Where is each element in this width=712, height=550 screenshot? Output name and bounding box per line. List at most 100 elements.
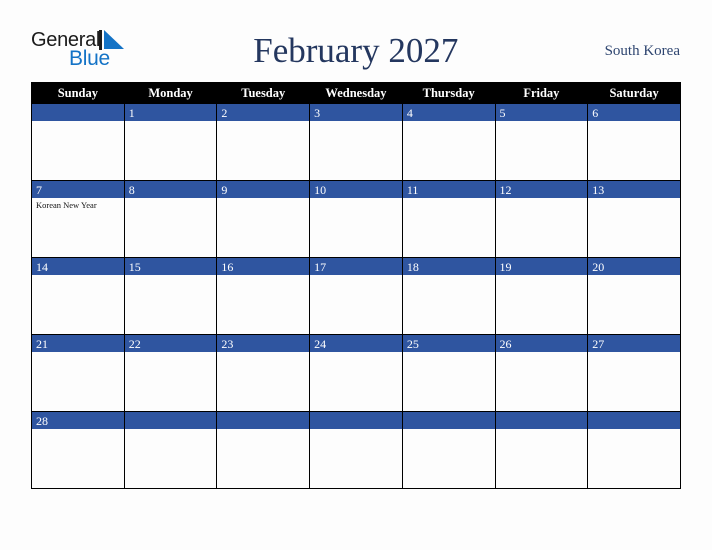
day-cell[interactable]: 11	[401, 180, 496, 258]
day-events	[32, 352, 124, 354]
page-header: General Blue February 2027 South Korea	[31, 22, 681, 80]
day-events	[588, 121, 680, 123]
week-row: 14 15 16 17 18 19 20	[31, 257, 681, 335]
day-events	[32, 275, 124, 277]
weekday-header-tuesday: Tuesday	[216, 82, 311, 104]
day-events	[403, 429, 495, 431]
day-cell[interactable]	[587, 411, 681, 489]
day-number: 22	[124, 335, 217, 352]
day-cell[interactable]	[401, 411, 496, 489]
day-cell[interactable]: 12	[494, 180, 589, 258]
day-cell[interactable]: 21	[31, 334, 125, 412]
logo-text-blue: Blue	[69, 47, 110, 70]
day-cell[interactable]: 22	[123, 334, 218, 412]
day-number: 25	[402, 335, 495, 352]
day-number: 26	[495, 335, 588, 352]
day-cell[interactable]: 4	[401, 103, 496, 181]
day-number: 28	[32, 412, 124, 429]
day-number: 11	[402, 181, 495, 198]
weekday-header-monday: Monday	[123, 82, 218, 104]
generalblue-logo[interactable]: General Blue	[31, 28, 127, 74]
day-number: 6	[588, 104, 680, 121]
holiday-label[interactable]: Korean New Year	[36, 200, 121, 211]
day-cell[interactable]: 16	[216, 257, 311, 335]
day-number: 20	[588, 258, 680, 275]
day-events	[403, 198, 495, 200]
day-cell[interactable]	[309, 411, 403, 489]
weekday-header-wednesday: Wednesday	[309, 82, 403, 104]
day-events: Korean New Year	[32, 198, 124, 211]
page-title: February 2027	[253, 31, 459, 70]
day-events	[588, 198, 680, 200]
day-cell[interactable]: 9	[216, 180, 311, 258]
weekday-header-saturday: Saturday	[587, 82, 681, 104]
month-grid: Sunday Monday Tuesday Wednesday Thursday…	[31, 82, 681, 489]
day-number: 12	[495, 181, 588, 198]
day-events	[125, 121, 217, 123]
day-cell[interactable]: 6	[587, 103, 681, 181]
calendar-page: General Blue February 2027 South Korea S…	[0, 0, 712, 550]
day-cell[interactable]: 14	[31, 257, 125, 335]
day-number: 7	[32, 181, 124, 198]
day-events	[217, 198, 309, 200]
week-row: 7 Korean New Year 8 9 10 11 12 13	[31, 180, 681, 258]
day-cell[interactable]: 15	[123, 257, 218, 335]
day-number: 21	[32, 335, 124, 352]
day-number: 3	[310, 104, 402, 121]
day-cell[interactable]: 25	[401, 334, 496, 412]
day-number: 19	[495, 258, 588, 275]
day-number	[495, 412, 588, 429]
day-cell[interactable]: 1	[123, 103, 218, 181]
day-events	[125, 198, 217, 200]
day-cell[interactable]: 7 Korean New Year	[31, 180, 125, 258]
region-label: South Korea	[604, 42, 680, 59]
day-number: 14	[32, 258, 124, 275]
day-cell[interactable]	[494, 411, 589, 489]
day-cell[interactable]	[123, 411, 218, 489]
weekday-header-sunday: Sunday	[31, 82, 125, 104]
day-number: 27	[588, 335, 680, 352]
day-cell[interactable]: 18	[401, 257, 496, 335]
week-row: 28	[31, 411, 681, 489]
day-cell[interactable]: 26	[494, 334, 589, 412]
day-number: 9	[217, 181, 310, 198]
day-number	[402, 412, 495, 429]
day-cell[interactable]: 27	[587, 334, 681, 412]
day-number: 18	[402, 258, 495, 275]
day-cell[interactable]: 10	[309, 180, 403, 258]
day-cell[interactable]: 13	[587, 180, 681, 258]
day-cell[interactable]: 28	[31, 411, 125, 489]
day-events	[588, 352, 680, 354]
day-cell[interactable]: 2	[216, 103, 311, 181]
day-cell[interactable]	[31, 103, 125, 181]
day-cell[interactable]: 5	[494, 103, 589, 181]
day-events	[496, 121, 588, 123]
day-number: 23	[217, 335, 310, 352]
day-events	[217, 429, 309, 431]
day-events	[125, 275, 217, 277]
day-number: 2	[217, 104, 310, 121]
day-number	[217, 412, 310, 429]
day-number: 5	[495, 104, 588, 121]
day-cell[interactable]: 20	[587, 257, 681, 335]
day-cell[interactable]: 24	[309, 334, 403, 412]
day-events	[403, 121, 495, 123]
day-number: 8	[124, 181, 217, 198]
day-cell[interactable]: 19	[494, 257, 589, 335]
day-cell[interactable]: 8	[123, 180, 218, 258]
day-events	[125, 352, 217, 354]
week-row: 21 22 23 24 25 26 27	[31, 334, 681, 412]
day-cell[interactable]: 23	[216, 334, 311, 412]
day-number	[588, 412, 680, 429]
day-cell[interactable]: 3	[309, 103, 403, 181]
day-events	[125, 429, 217, 431]
day-events	[496, 352, 588, 354]
day-number: 16	[217, 258, 310, 275]
day-events	[217, 275, 309, 277]
week-rows: 1 2 3 4 5 6 7 Korean New Year 8 9 10 11 12 13 14 15 16 17…	[31, 103, 681, 489]
day-events	[403, 275, 495, 277]
day-events	[310, 352, 402, 354]
day-events	[496, 198, 588, 200]
day-cell[interactable]: 17	[309, 257, 403, 335]
day-cell[interactable]	[216, 411, 311, 489]
